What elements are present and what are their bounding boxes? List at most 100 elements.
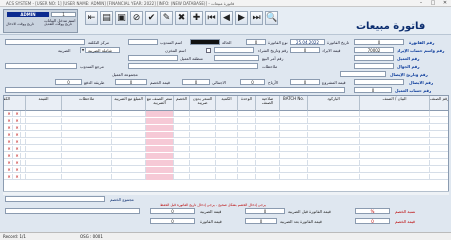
grid-cell[interactable] <box>112 132 146 138</box>
phone-field[interactable] <box>354 63 394 69</box>
grid-cell[interactable] <box>112 160 146 166</box>
summary-field[interactable] <box>5 87 345 93</box>
last-icon[interactable]: ⏮ <box>205 11 218 25</box>
grid-cell[interactable] <box>256 174 280 180</box>
grid-cell[interactable] <box>62 153 112 159</box>
grid-cell[interactable] <box>62 139 112 145</box>
delete-row-icon[interactable]: ✕ <box>6 167 13 173</box>
grid-cell[interactable] <box>216 139 238 145</box>
grid-cell[interactable] <box>360 146 430 152</box>
grid-cell[interactable] <box>174 160 190 166</box>
grid-cell[interactable] <box>308 146 360 152</box>
tax-select[interactable]: ▼ شاملة الضريبة <box>80 47 120 53</box>
inv-before-field[interactable]: 0 <box>245 208 285 214</box>
grid-cell[interactable] <box>146 132 174 138</box>
delete-row-icon[interactable]: ✕ <box>6 160 13 166</box>
grid-cell[interactable] <box>112 146 146 152</box>
acct-field[interactable] <box>354 79 404 85</box>
save-icon[interactable]: ✔ <box>145 11 158 25</box>
grid-cell[interactable] <box>146 111 174 117</box>
grid-cell[interactable] <box>112 111 146 117</box>
clear-row-icon[interactable]: ✕ <box>14 146 21 152</box>
prev-icon[interactable]: ▶ <box>235 11 248 25</box>
grid-cell[interactable] <box>174 125 190 131</box>
grid-cell[interactable] <box>360 132 430 138</box>
grid-cell[interactable] <box>62 111 112 117</box>
grid-cell[interactable] <box>174 132 190 138</box>
grid-cell[interactable] <box>174 167 190 173</box>
grid-cell[interactable] <box>280 167 308 173</box>
grid-cell[interactable] <box>190 132 216 138</box>
grid-cell[interactable] <box>216 153 238 159</box>
grid-cell[interactable] <box>280 125 308 131</box>
grid-cell[interactable] <box>430 139 448 145</box>
expenses-field[interactable]: 0 <box>182 79 210 85</box>
grid-cell[interactable] <box>360 153 430 159</box>
grid-cell[interactable] <box>26 153 62 159</box>
grid-cell[interactable] <box>190 174 216 180</box>
delivery-field[interactable] <box>214 55 259 61</box>
grid-cell[interactable] <box>190 118 216 124</box>
grid-cell[interactable] <box>256 111 280 117</box>
check-box[interactable] <box>206 48 211 53</box>
acct-check-field[interactable]: 0 <box>354 87 392 93</box>
inv-after-field[interactable]: 0 <box>150 218 195 224</box>
grid-cell[interactable] <box>62 125 112 131</box>
cost-center-field[interactable] <box>5 39 85 45</box>
grid-cell[interactable] <box>280 146 308 152</box>
clear-row-icon[interactable]: ✕ <box>14 153 21 159</box>
grid-cell[interactable] <box>26 111 62 117</box>
grid-cell[interactable] <box>280 174 308 180</box>
grid-cell[interactable] <box>62 174 112 180</box>
grid-cell[interactable] <box>190 111 216 117</box>
grid-cell[interactable] <box>280 132 308 138</box>
clear-row-icon[interactable]: ✕ <box>14 139 21 145</box>
grid-cell[interactable] <box>430 153 448 159</box>
table-row[interactable]: ✕ ✕ <box>4 174 448 180</box>
preview-icon[interactable]: ▣ <box>115 11 128 25</box>
grid-cell[interactable] <box>174 139 190 145</box>
grid-cell[interactable] <box>62 160 112 166</box>
edit-icon[interactable]: ✎ <box>160 11 173 25</box>
grid-cell[interactable] <box>112 153 146 159</box>
grid-cell[interactable] <box>146 153 174 159</box>
delete-row-icon[interactable]: ✕ <box>6 146 13 152</box>
grid-cell[interactable] <box>238 118 256 124</box>
grid-cell[interactable] <box>190 167 216 173</box>
grid-cell[interactable] <box>26 118 62 124</box>
clear-row-icon[interactable]: ✕ <box>14 118 21 124</box>
grid-cell[interactable] <box>308 132 360 138</box>
person-field[interactable] <box>340 71 386 77</box>
grid-cell[interactable] <box>216 111 238 117</box>
grid-cell[interactable] <box>430 160 448 166</box>
grid-cell[interactable] <box>308 111 360 117</box>
minimize-button[interactable]: – <box>415 0 427 7</box>
grid-cell[interactable] <box>238 111 256 117</box>
grid-cell[interactable] <box>112 125 146 131</box>
grid-cell[interactable] <box>256 118 280 124</box>
grid-cell[interactable] <box>190 146 216 152</box>
grid-cell[interactable] <box>360 167 430 173</box>
grid-cell[interactable] <box>308 139 360 145</box>
grid-cell[interactable] <box>146 160 174 166</box>
notes-field[interactable] <box>128 63 258 69</box>
clear-row-icon[interactable]: ✕ <box>14 174 21 180</box>
maximize-button[interactable]: □ <box>427 0 439 7</box>
delete-row-icon[interactable]: ✕ <box>6 118 13 124</box>
grid-cell[interactable] <box>216 160 238 166</box>
clear-row-icon[interactable]: ✕ <box>14 111 21 117</box>
grid-cell[interactable] <box>238 174 256 180</box>
grid-cell[interactable] <box>280 139 308 145</box>
delete-row-icon[interactable]: ✕ <box>6 139 13 145</box>
grid-cell[interactable] <box>26 146 62 152</box>
grid-cell[interactable] <box>256 125 280 131</box>
table-row[interactable]: ✕ ✕ <box>4 139 448 145</box>
table-row[interactable]: ✕ ✕ <box>4 146 448 152</box>
grid-cell[interactable] <box>430 111 448 117</box>
grid-cell[interactable] <box>26 139 62 145</box>
grid-cell[interactable] <box>308 118 360 124</box>
sum-field[interactable] <box>5 196 105 202</box>
grid-cell[interactable] <box>256 167 280 173</box>
grid-cell[interactable] <box>112 118 146 124</box>
payment-field[interactable]: 0 <box>55 79 82 85</box>
